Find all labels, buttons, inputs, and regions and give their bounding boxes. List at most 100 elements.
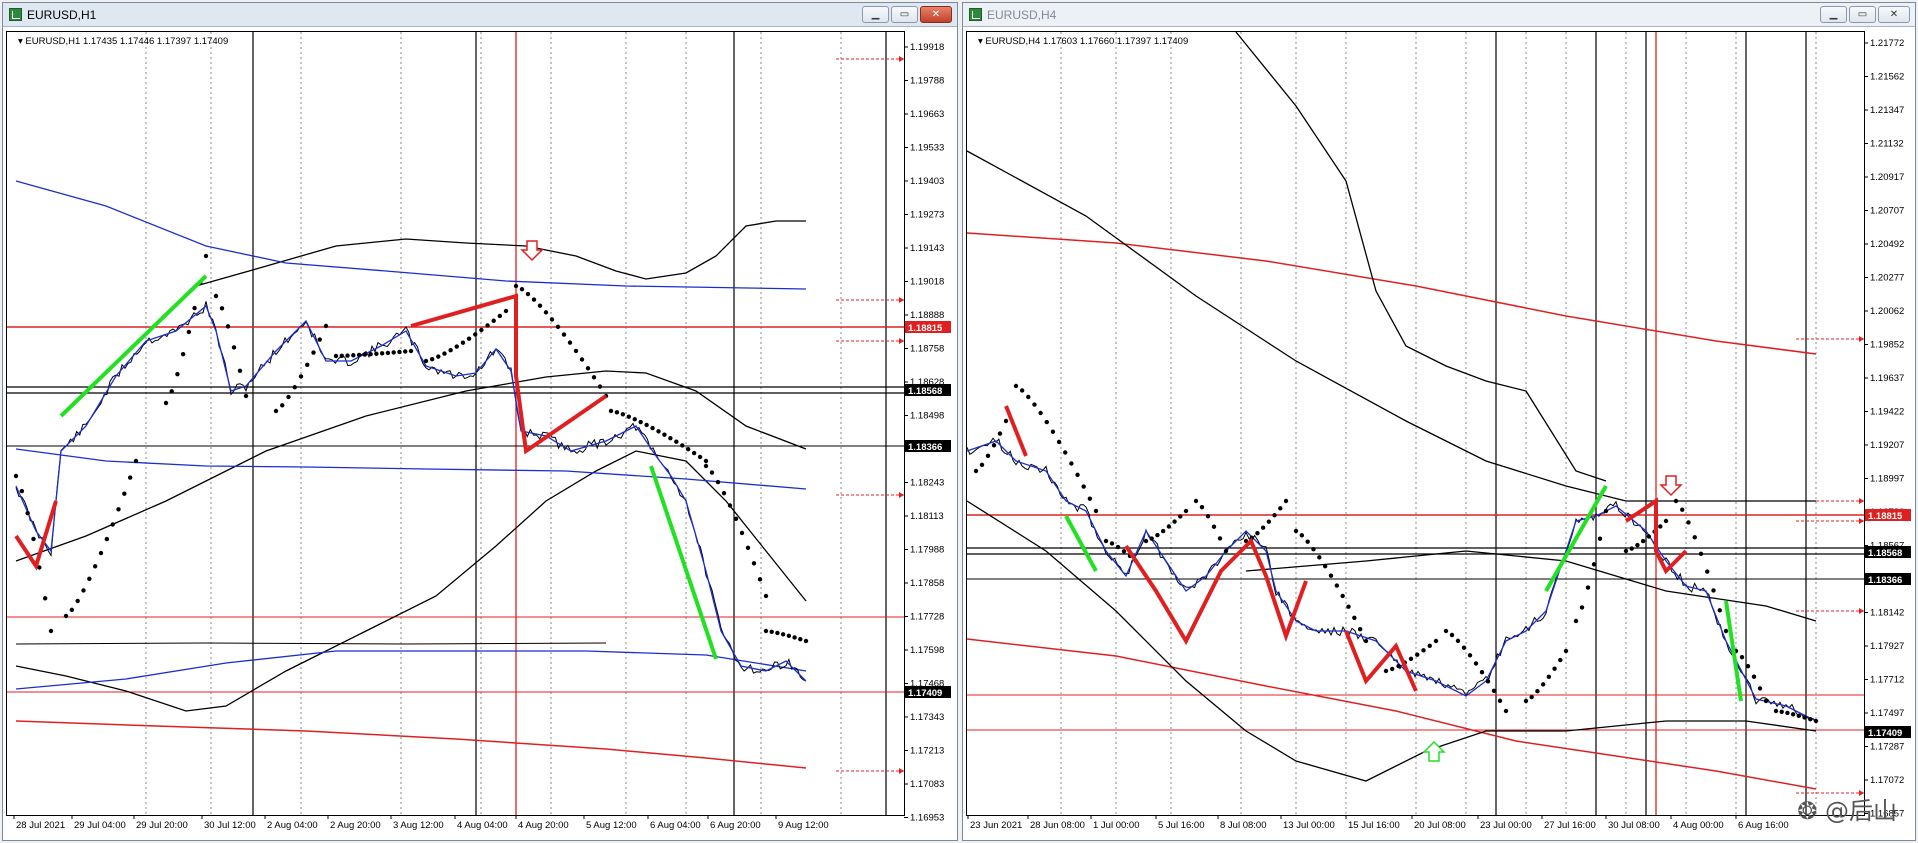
sar-dot	[368, 351, 373, 357]
sar-dot	[1346, 604, 1351, 609]
sar-dot	[1751, 674, 1757, 679]
sar-dot	[1003, 418, 1009, 424]
sar-dot	[397, 349, 402, 355]
time-axis-label: 30 Jul 12:00	[204, 820, 256, 831]
sar-dot	[345, 353, 350, 358]
sar-dot	[1658, 524, 1663, 529]
sar-dot	[485, 323, 490, 328]
sar-dot	[1529, 694, 1534, 700]
sar-dot	[739, 530, 745, 536]
price-axis-label: 1.19143	[910, 243, 944, 254]
sar-dot	[638, 419, 643, 425]
sar-dot	[644, 422, 649, 428]
sar-dot	[25, 510, 30, 516]
sar-dot	[1166, 524, 1172, 529]
window-titlebar[interactable]: EURUSD,H4 ▁ ▭ ✕	[963, 3, 1915, 27]
price-axis-label: 1.17287	[1870, 742, 1904, 753]
sar-dot	[63, 613, 69, 619]
sar-dot	[280, 403, 285, 408]
sar-dot	[650, 425, 655, 431]
sar-dot	[1467, 653, 1473, 658]
sar-dot	[442, 351, 447, 356]
sar-dot	[1623, 548, 1629, 554]
sar-dot	[1063, 450, 1068, 455]
sar-dot	[531, 297, 537, 302]
close-button[interactable]: ✕	[920, 6, 952, 23]
price-tag-label: 1.17409	[1868, 728, 1902, 739]
maximize-button[interactable]: ▭	[891, 6, 918, 23]
sar-dot	[1305, 539, 1310, 544]
sar-dot	[763, 593, 769, 599]
sar-dot	[1535, 688, 1540, 694]
chart-canvas[interactable]: 1.19918 1.19788 1.19663 1.19533 1.19403 1.192…	[6, 31, 954, 835]
window-titlebar[interactable]: EURUSD,H1 ▁ ▭ ✕	[3, 3, 957, 27]
sar-dot	[491, 318, 496, 323]
price-axis-label: 1.18243	[910, 478, 944, 489]
price-axis-label: 1.17083	[910, 779, 944, 790]
sar-dot	[1260, 525, 1266, 530]
chart-window-h1[interactable]: EURUSD,H1 ▁ ▭ ✕ 1.19918 1.19788 1.19663 1.1…	[2, 2, 958, 841]
sar-dot	[408, 348, 414, 354]
sar-dot	[1603, 508, 1609, 514]
sar-dot	[1503, 708, 1509, 714]
sar-dot	[1069, 461, 1074, 466]
sar-dot	[1591, 562, 1597, 567]
minimize-button[interactable]: ▁	[1820, 6, 1847, 23]
sar-dot	[1293, 528, 1299, 534]
sar-dot	[1183, 508, 1189, 514]
sar-dot	[1546, 674, 1552, 680]
sar-dot	[379, 351, 385, 356]
sar-dot	[798, 636, 803, 642]
sar-dot	[715, 479, 721, 485]
close-button[interactable]: ✕	[1878, 6, 1910, 23]
sar-dot	[1757, 686, 1763, 691]
window-title: EURUSD,H1	[27, 8, 97, 22]
sar-dot	[1455, 638, 1461, 644]
price-axis-label: 1.16953	[910, 813, 944, 824]
sar-dot	[1093, 508, 1099, 514]
sar-dot	[608, 408, 614, 414]
sar-dot	[466, 336, 472, 341]
sar-dot	[180, 351, 186, 357]
sar-dot	[1415, 652, 1420, 657]
price-chart[interactable]: 1.19918 1.19788 1.19663 1.19533 1.19403 1.192…	[6, 31, 954, 835]
sar-dot	[92, 564, 98, 569]
sar-dot	[1109, 541, 1115, 546]
time-axis-label: 1 Jul 00:00	[1093, 820, 1139, 831]
sar-dot	[579, 357, 585, 362]
sar-dot	[243, 393, 249, 399]
sar-dot	[1408, 656, 1414, 662]
sar-dot	[1673, 498, 1679, 504]
price-axis-label: 1.21772	[1870, 38, 1904, 49]
sar-dot	[1396, 663, 1401, 669]
sar-dot	[1640, 538, 1646, 544]
price-tag-label: 1.18815	[908, 323, 943, 334]
sar-dot	[362, 352, 368, 357]
sar-dot	[1723, 628, 1729, 634]
price-chart[interactable]: 1.21772 1.21562 1.21347 1.21132 1.20917 1.207…	[966, 31, 1912, 835]
sar-dot	[763, 628, 769, 634]
sar-dot	[1390, 666, 1395, 672]
sar-dot	[1705, 569, 1710, 574]
sar-dot	[479, 327, 484, 333]
sar-dot	[219, 306, 225, 311]
price-axis-label: 1.18997	[1870, 474, 1904, 485]
price-axis-label: 1.19018	[910, 277, 944, 288]
time-axis-label: 2 Aug 20:00	[330, 820, 381, 831]
price-axis-label: 1.19403	[910, 176, 944, 187]
sar-dot	[391, 350, 396, 355]
maximize-button[interactable]: ▭	[1849, 6, 1876, 23]
sar-dot	[567, 340, 573, 345]
sar-dot	[1178, 514, 1183, 519]
sar-dot	[1629, 546, 1634, 551]
price-axis-label: 1.19918	[910, 42, 944, 53]
chart-canvas[interactable]: 1.21772 1.21562 1.21347 1.21132 1.20917 1.207…	[966, 31, 1912, 835]
sar-dot	[1443, 628, 1449, 634]
sar-dot	[436, 354, 441, 359]
minimize-button[interactable]: ▁	[862, 6, 889, 23]
sar-dot	[13, 473, 19, 479]
sar-dot	[1646, 534, 1652, 539]
sar-dot	[1103, 538, 1109, 544]
chart-window-h4[interactable]: EURUSD,H4 ▁ ▭ ✕ 1.21772 1.21562 1.21347 1.2…	[962, 2, 1916, 841]
time-axis-label: 8 Jul 08:00	[1220, 820, 1266, 831]
